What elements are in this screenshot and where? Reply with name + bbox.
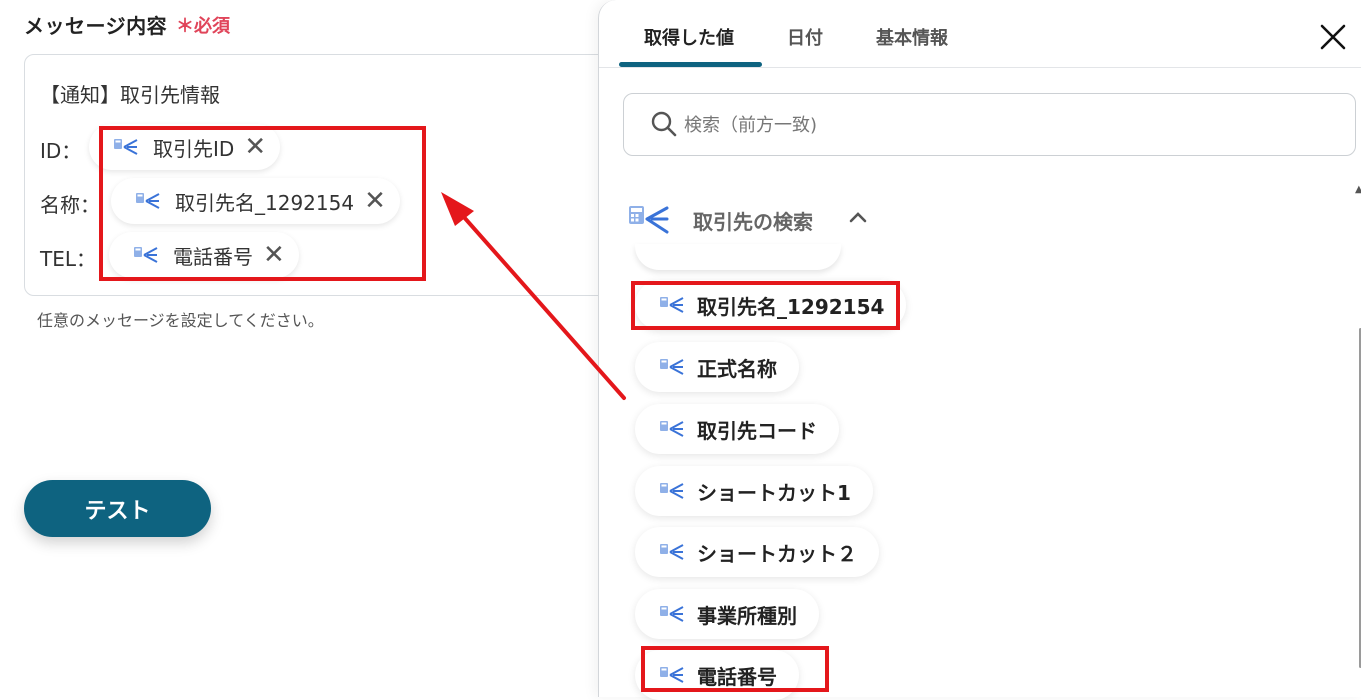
message-field-label: メッセージ内容	[24, 14, 168, 38]
operation-icon	[660, 483, 684, 499]
output-item[interactable]: 正式名称	[635, 342, 799, 392]
output-item[interactable]: 取引先コード	[635, 404, 839, 454]
test-button[interactable]: テスト	[24, 480, 211, 537]
operation-icon	[660, 359, 684, 375]
highlight-box-tel-item	[641, 646, 829, 692]
output-item-label: 正式名称	[697, 356, 777, 381]
message-line-name-prefix: 名称：	[40, 193, 100, 217]
tab-basic-info[interactable]: 基本情報	[876, 24, 948, 50]
tab-date[interactable]: 日付	[787, 24, 823, 50]
output-item[interactable]: ショートカット２	[635, 527, 879, 577]
chevron-up-icon[interactable]	[849, 211, 867, 223]
message-line-title: 【通知】取引先情報	[40, 83, 220, 107]
output-item-label: ショートカット２	[697, 541, 857, 566]
tab-divider	[599, 67, 1361, 68]
search-input[interactable]	[682, 108, 1286, 142]
output-item-label: 取引先コード	[697, 418, 817, 443]
close-icon[interactable]	[1318, 22, 1348, 52]
highlight-box-name-item	[631, 281, 900, 330]
required-badge: ＊必須	[176, 16, 230, 37]
section-title[interactable]: 取引先の検索	[693, 206, 813, 235]
search-icon	[651, 111, 677, 137]
operation-icon	[660, 606, 684, 622]
hint-text: 任意のメッセージを設定してください。	[37, 311, 324, 330]
scroll-up-arrow[interactable]: ▲	[1355, 184, 1361, 195]
output-item[interactable]: 事業所種別	[635, 589, 819, 639]
operation-icon	[660, 544, 684, 560]
operation-icon	[660, 421, 684, 437]
operation-icon	[629, 206, 669, 234]
message-line-id-prefix: ID：	[40, 139, 82, 163]
search-box[interactable]	[623, 93, 1356, 156]
value-picker-panel: 取得した値 日付 基本情報 取引先の検索 ▲ 取引先名_1292154	[598, 0, 1361, 700]
message-line-tel-prefix: TEL：	[40, 247, 96, 271]
output-item[interactable]: ショートカット1	[635, 466, 873, 516]
list-item-partial[interactable]	[635, 244, 841, 270]
tab-acquired-values[interactable]: 取得した値	[644, 24, 734, 50]
output-item-label: 事業所種別	[697, 603, 797, 628]
highlight-box-chips	[99, 126, 426, 281]
output-item-label: ショートカット1	[697, 480, 851, 505]
